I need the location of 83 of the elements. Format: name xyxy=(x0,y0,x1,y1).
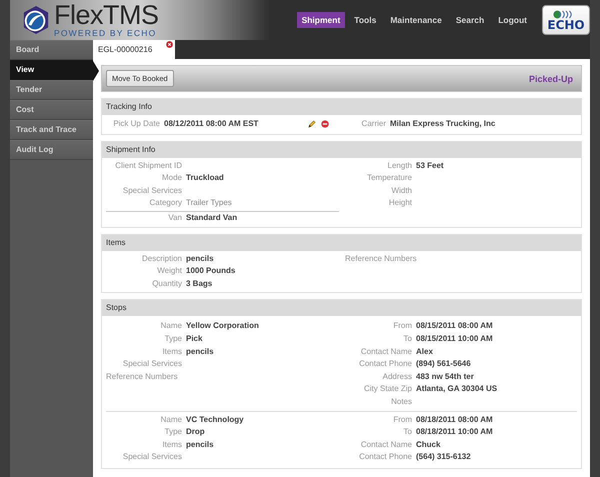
sidebar-item[interactable]: Board xyxy=(10,40,93,60)
logo-name: FlexTMS xyxy=(54,2,158,30)
field-label: From xyxy=(392,414,412,426)
sidebar-item[interactable]: Track and Trace xyxy=(10,120,93,140)
field-value: Atlanta, GA 30304 US xyxy=(416,383,498,396)
field-label: Items xyxy=(161,346,182,358)
field-label: Type xyxy=(164,426,182,438)
status-label: Picked-Up xyxy=(528,74,573,84)
field-value: 08/18/2011 08:00 AM xyxy=(416,414,493,426)
field-label: Length xyxy=(386,160,412,172)
field-value: 1000 Pounds xyxy=(186,265,236,278)
close-icon[interactable] xyxy=(166,41,173,48)
field-label: Reference Numbers xyxy=(345,252,418,265)
field-value: pencils xyxy=(186,438,214,451)
field-label: Client Shipment ID xyxy=(114,160,182,172)
nav-link[interactable]: Tools xyxy=(349,12,382,28)
logo-tagline: POWERED BY ECHO xyxy=(54,29,158,38)
field-value: (894) 561-5646 xyxy=(416,358,471,370)
field-label: From xyxy=(392,320,412,332)
field-label: Pick Up Date xyxy=(112,118,160,130)
field-value: Truckload xyxy=(186,172,224,184)
panel-header: Items xyxy=(102,234,581,251)
edit-icon[interactable] xyxy=(308,120,316,128)
field-label: Van xyxy=(167,212,182,224)
nav-link[interactable]: Logout xyxy=(493,12,532,28)
field-label: Temperature xyxy=(366,172,412,184)
field-value: Trailer Types xyxy=(186,197,232,210)
nav-link[interactable]: Maintenance xyxy=(385,12,447,28)
field-value: 08/18/2011 10:00 AM xyxy=(416,426,493,438)
field-label: Width xyxy=(390,184,412,197)
field-value: 08/12/2011 08:00 AM EST xyxy=(164,118,258,130)
field-value: 08/15/2011 10:00 AM xyxy=(416,332,493,345)
sidebar-item[interactable]: Audit Log xyxy=(10,140,93,160)
field-value: Yellow Corporation xyxy=(186,320,259,332)
field-label: Special Services xyxy=(122,358,182,370)
field-value: pencils xyxy=(186,252,214,265)
sidebar-item[interactable]: Tender xyxy=(10,80,93,100)
field-label: To xyxy=(402,332,412,345)
logo-icon xyxy=(22,5,50,35)
field-value: 08/15/2011 08:00 AM xyxy=(416,320,493,332)
field-label: Quantity xyxy=(151,278,182,290)
nav-link[interactable]: Search xyxy=(450,12,490,28)
field-value: 53 Feet xyxy=(416,160,444,172)
nav-link[interactable]: Shipment xyxy=(296,12,346,28)
field-label: Type xyxy=(164,332,182,345)
field-label: Contact Phone xyxy=(358,451,412,464)
field-label: Address xyxy=(382,370,412,383)
field-value: VC Technology xyxy=(186,414,244,426)
field-label: Mode xyxy=(160,172,182,184)
remove-icon[interactable] xyxy=(321,120,329,128)
field-label: Weight xyxy=(156,265,182,278)
field-label: Name xyxy=(160,414,182,426)
field-value: 483 nw 54th ter xyxy=(416,370,474,383)
field-value: Chuck xyxy=(416,438,440,451)
field-label: Items xyxy=(161,438,182,451)
field-label: Special Services xyxy=(122,451,182,464)
field-value: Alex xyxy=(416,346,433,358)
field-value: (564) 315-6132 xyxy=(416,451,471,464)
panel-header: Shipment Info xyxy=(102,142,581,158)
document-tab[interactable]: EGL-00000216 xyxy=(93,40,175,59)
field-label: Reference Numbers xyxy=(106,370,179,383)
field-label: Description xyxy=(140,252,182,265)
field-label: Contact Phone xyxy=(358,358,412,370)
field-value: Standard Van xyxy=(186,212,238,224)
field-label: Height xyxy=(388,197,412,210)
field-label: City State Zip xyxy=(362,383,412,396)
field-label: To xyxy=(402,426,412,438)
field-value: Milan Express Trucking, Inc xyxy=(390,118,496,130)
field-value: Pick xyxy=(186,332,202,345)
field-value: pencils xyxy=(186,346,214,358)
field-label: Contact Name xyxy=(360,346,412,358)
field-label: Carrier xyxy=(360,118,386,130)
field-label: Category xyxy=(148,197,182,210)
field-label: Notes xyxy=(390,396,412,408)
panel-header: Stops xyxy=(102,300,581,316)
panel-header: Tracking Info xyxy=(102,99,581,115)
field-label: Contact Name xyxy=(360,438,412,451)
field-value: 3 Bags xyxy=(186,278,212,290)
partner-logo: ECHO xyxy=(542,5,590,35)
field-label: Special Services xyxy=(122,184,182,197)
sidebar-item[interactable]: Cost xyxy=(10,100,93,120)
field-value: Drop xyxy=(186,426,205,438)
field-label: Name xyxy=(160,320,182,332)
